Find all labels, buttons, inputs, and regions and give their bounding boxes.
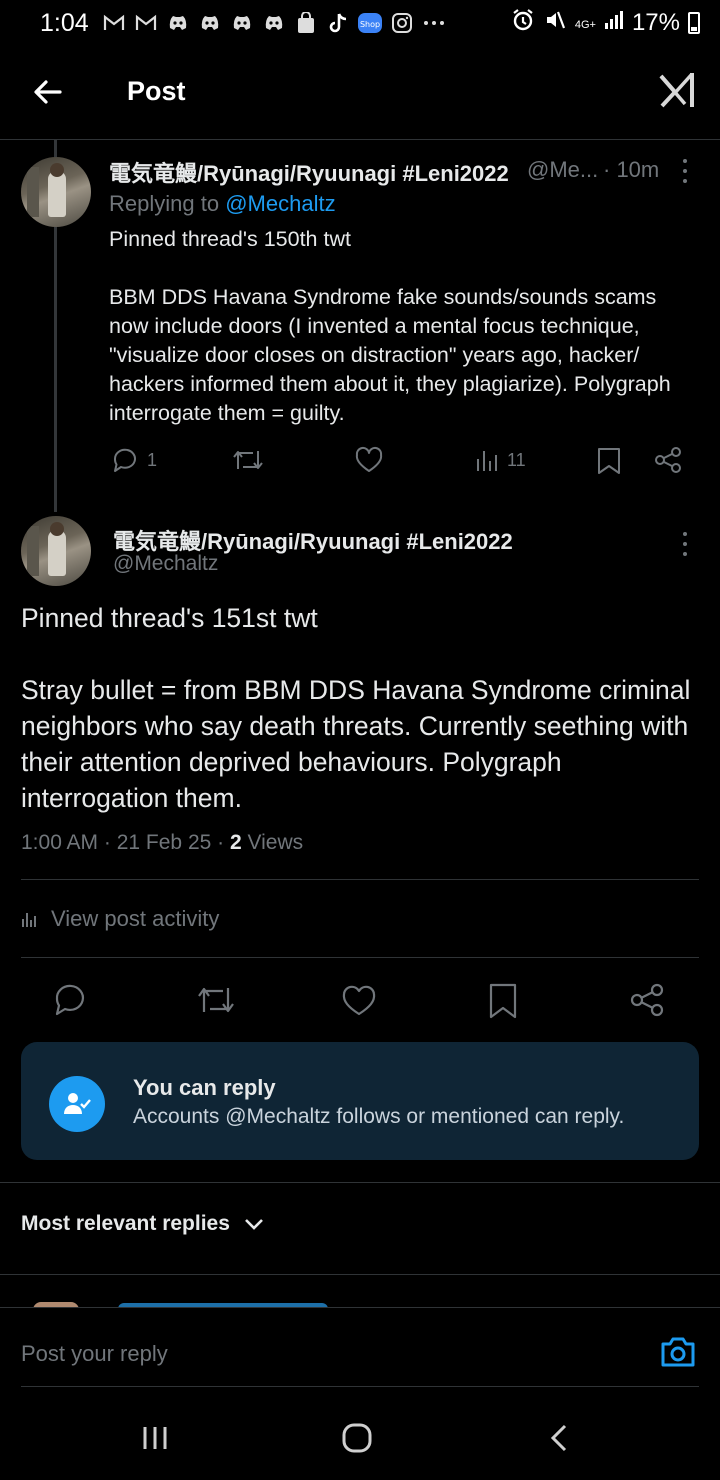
back-chevron-icon (550, 1424, 567, 1452)
reply-restriction-card: You can reply Accounts @Mechaltz follows… (21, 1042, 699, 1160)
reply-card-subtitle: Accounts @Mechaltz follows or mentioned … (133, 1105, 625, 1128)
repost-button[interactable] (195, 983, 237, 1017)
reply-icon (113, 448, 136, 472)
author-handle[interactable]: @Mechaltz (113, 552, 218, 576)
like-button[interactable] (340, 983, 378, 1017)
post-date: 21 Feb 25 (116, 831, 212, 854)
replying-to-line: Replying to @Mechaltz (109, 191, 336, 217)
reply-count: 1 (147, 449, 158, 470)
recent-apps-icon (143, 1427, 167, 1449)
gmail-icon (101, 11, 127, 35)
share-icon (630, 983, 664, 1017)
status-bar: 1:04 Shop 4G+ 17% (0, 0, 720, 46)
views-count: 2 (229, 831, 242, 854)
more-notifications-icon (421, 11, 447, 35)
like-button[interactable] (354, 446, 384, 474)
bookmark-icon (489, 983, 517, 1019)
notification-icons: Shop (101, 11, 447, 35)
views-button[interactable]: 11 (475, 447, 526, 473)
grok-icon (659, 72, 694, 108)
shopping-bag-icon (293, 11, 319, 35)
discord-icon (197, 11, 223, 35)
divider (21, 879, 699, 880)
analytics-icon (22, 913, 36, 927)
post-text: Pinned thread's 150th twt BBM DDS Havana… (109, 227, 671, 425)
bookmark-button[interactable] (596, 446, 622, 476)
reply-input[interactable] (21, 1341, 521, 1367)
back-nav-button[interactable] (546, 1421, 572, 1455)
tiktok-icon (325, 11, 351, 35)
reply-card-title: You can reply (133, 1075, 276, 1100)
bookmark-icon (598, 448, 620, 474)
divider (21, 957, 699, 958)
bookmark-button[interactable] (487, 982, 519, 1020)
mute-icon (543, 8, 567, 39)
replying-to-mention[interactable]: @Mechaltz (225, 191, 335, 216)
chevron-down-icon (245, 1219, 263, 1230)
replies-sort-label: Most relevant replies (21, 1212, 230, 1235)
status-time: 1:04 (40, 8, 89, 37)
home-icon (342, 1423, 372, 1453)
camera-button[interactable] (660, 1335, 696, 1369)
reply-button[interactable] (52, 982, 90, 1018)
gmail-icon (133, 11, 159, 35)
view-post-activity-link[interactable]: View post activity (21, 906, 219, 932)
post-timestamp[interactable]: · 10m (603, 157, 659, 183)
back-button[interactable] (30, 74, 70, 110)
view-count: 11 (507, 449, 526, 470)
svg-text:Shop: Shop (360, 20, 380, 29)
share-button[interactable] (629, 982, 665, 1018)
recent-apps-button[interactable] (140, 1421, 170, 1455)
heart-icon (342, 985, 376, 1016)
reply-button[interactable]: 1 (111, 446, 157, 474)
divider (0, 1182, 720, 1183)
reply-composer (0, 1307, 720, 1387)
alarm-icon (511, 8, 535, 39)
discord-icon (229, 11, 255, 35)
battery-icon (688, 12, 700, 34)
battery-percent: 17% (631, 9, 680, 36)
share-button[interactable] (654, 446, 682, 474)
grok-button[interactable] (658, 70, 696, 110)
repost-icon (233, 451, 263, 469)
repost-icon (198, 987, 234, 1013)
repost-button[interactable] (231, 447, 265, 473)
instagram-icon (389, 11, 415, 35)
page-title: Post (127, 76, 186, 106)
divider (21, 1386, 699, 1387)
post-metadata: 1:00 AM · 21 Feb 25 · 2 Views (21, 831, 304, 854)
post-time: 1:00 AM (21, 831, 99, 854)
home-button[interactable] (340, 1421, 374, 1455)
back-arrow-icon (34, 80, 62, 104)
heart-icon (355, 446, 383, 472)
discord-icon (261, 11, 287, 35)
view-post-activity-label: View post activity (51, 906, 220, 931)
views-label: Views (247, 831, 304, 854)
author-display-name[interactable]: 電気竜鰻/Ryūnagi/Ryuunagi #Leni2022 (109, 156, 509, 188)
network-type: 4G+ (574, 18, 596, 31)
divider (0, 1274, 720, 1275)
discord-icon (165, 11, 191, 35)
more-options-button[interactable] (681, 159, 689, 183)
mentioned-users-icon (49, 1076, 105, 1132)
replies-sort-dropdown[interactable]: Most relevant replies (21, 1212, 264, 1236)
reply-icon (55, 984, 85, 1016)
post-text: Pinned thread's 151st twt Stray bullet =… (21, 603, 691, 813)
system-navigation-bar (0, 1395, 720, 1480)
signal-icon (604, 9, 624, 38)
camera-icon (661, 1337, 695, 1367)
share-icon (655, 447, 681, 473)
avatar[interactable] (21, 516, 91, 586)
author-handle[interactable]: @Me... (527, 157, 598, 183)
replying-to-label: Replying to (109, 191, 220, 216)
shop-icon: Shop (357, 11, 383, 35)
analytics-icon (477, 451, 497, 471)
top-app-bar: Post (0, 46, 720, 140)
more-options-button[interactable] (681, 532, 689, 556)
avatar[interactable] (21, 157, 91, 227)
system-status: 4G+ 17% (511, 8, 700, 39)
